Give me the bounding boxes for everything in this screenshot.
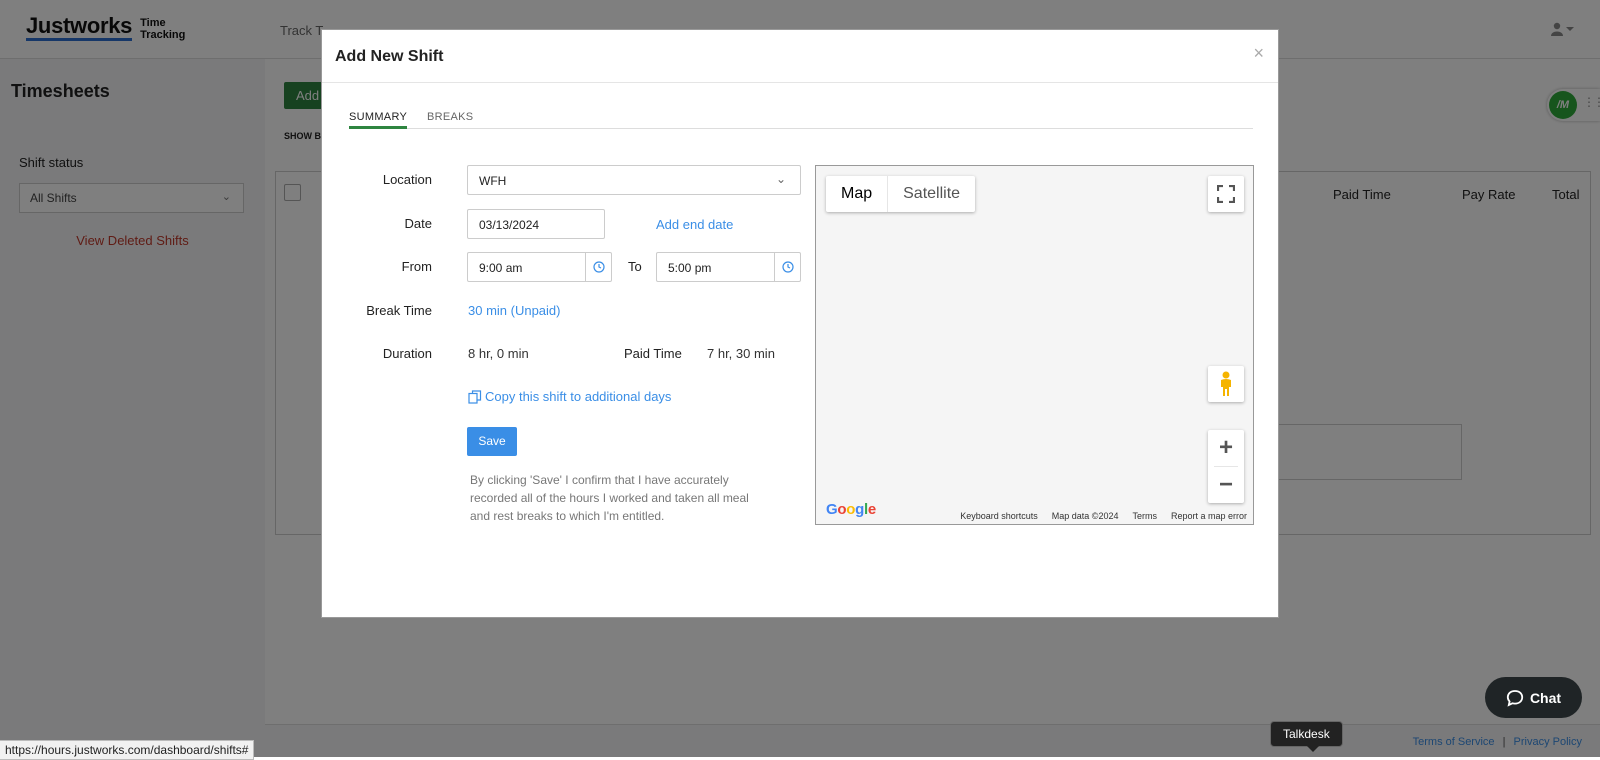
chat-button-label: Chat — [1529, 689, 1562, 706]
add-end-date-link[interactable]: Add end date — [656, 217, 733, 232]
report-map-error-link[interactable]: Report a map error — [1171, 511, 1247, 521]
google-logo[interactable]: Google — [826, 501, 876, 518]
tab-summary[interactable]: SUMMARY — [349, 111, 408, 129]
save-button[interactable]: Save — [467, 427, 517, 456]
tab-breaks[interactable]: BREAKS — [427, 111, 473, 126]
copy-icon — [468, 389, 482, 404]
status-bar-url: https://hours.justworks.com/dashboard/sh… — [0, 740, 255, 760]
zoom-control: + − — [1208, 430, 1244, 503]
add-shift-modal: Add New Shift × SUMMARY BREAKS Location … — [321, 29, 1279, 618]
location-map[interactable]: Map Satellite + − Google Keyboard shortc… — [815, 165, 1254, 525]
clock-icon[interactable] — [585, 253, 611, 281]
map-terms-link[interactable]: Terms — [1132, 511, 1157, 521]
street-view-pegman-icon[interactable] — [1208, 366, 1244, 402]
map-type-control: Map Satellite — [826, 176, 976, 212]
talkdesk-tooltip: Talkdesk — [1270, 721, 1343, 752]
clock-icon[interactable] — [774, 253, 800, 281]
modal-header: Add New Shift × — [322, 30, 1278, 83]
modal-tabs: SUMMARY BREAKS — [349, 107, 1253, 129]
chevron-down-icon: ⌄ — [775, 172, 786, 186]
chat-bubble-icon — [1506, 689, 1524, 707]
from-time-value: 9:00 am — [479, 261, 523, 275]
satellite-view-button[interactable]: Satellite — [887, 176, 975, 212]
location-label: Location — [382, 172, 432, 187]
zoom-out-button[interactable]: − — [1208, 467, 1244, 503]
fullscreen-icon[interactable] — [1208, 176, 1244, 212]
copy-shift-link[interactable]: Copy this shift to additional days — [468, 389, 671, 404]
date-input[interactable]: 03/13/2024 — [467, 209, 605, 239]
duration-value: 8 hr, 0 min — [468, 346, 529, 361]
from-time-input[interactable]: 9:00 am — [467, 252, 612, 282]
break-time-link[interactable]: 30 min (Unpaid) — [468, 303, 561, 318]
location-value: WFH — [479, 174, 507, 188]
location-select[interactable]: WFH ⌄ — [467, 165, 801, 195]
paid-time-value: 7 hr, 30 min — [707, 346, 775, 361]
map-data-text: Map data ©2024 — [1051, 511, 1119, 521]
to-time-value: 5:00 pm — [668, 261, 712, 275]
zoom-in-button[interactable]: + — [1208, 430, 1244, 466]
to-time-input[interactable]: 5:00 pm — [656, 252, 801, 282]
modal-title: Add New Shift — [335, 48, 444, 65]
to-label: To — [628, 259, 642, 274]
map-view-button[interactable]: Map — [826, 176, 887, 212]
date-label: Date — [404, 216, 432, 231]
chat-button[interactable]: Chat — [1485, 677, 1582, 718]
save-disclaimer: By clicking 'Save' I confirm that I have… — [470, 473, 749, 523]
map-attribution: Keyboard shortcuts Map data ©2024 Terms … — [960, 511, 1247, 521]
duration-label: Duration — [382, 346, 432, 361]
keyboard-shortcuts-link[interactable]: Keyboard shortcuts — [960, 511, 1038, 521]
copy-shift-label: Copy this shift to additional days — [485, 389, 672, 404]
from-label: From — [401, 259, 432, 274]
close-icon[interactable]: × — [1253, 43, 1264, 64]
break-time-label: Break Time — [366, 303, 432, 318]
paid-time-label: Paid Time — [624, 346, 682, 361]
